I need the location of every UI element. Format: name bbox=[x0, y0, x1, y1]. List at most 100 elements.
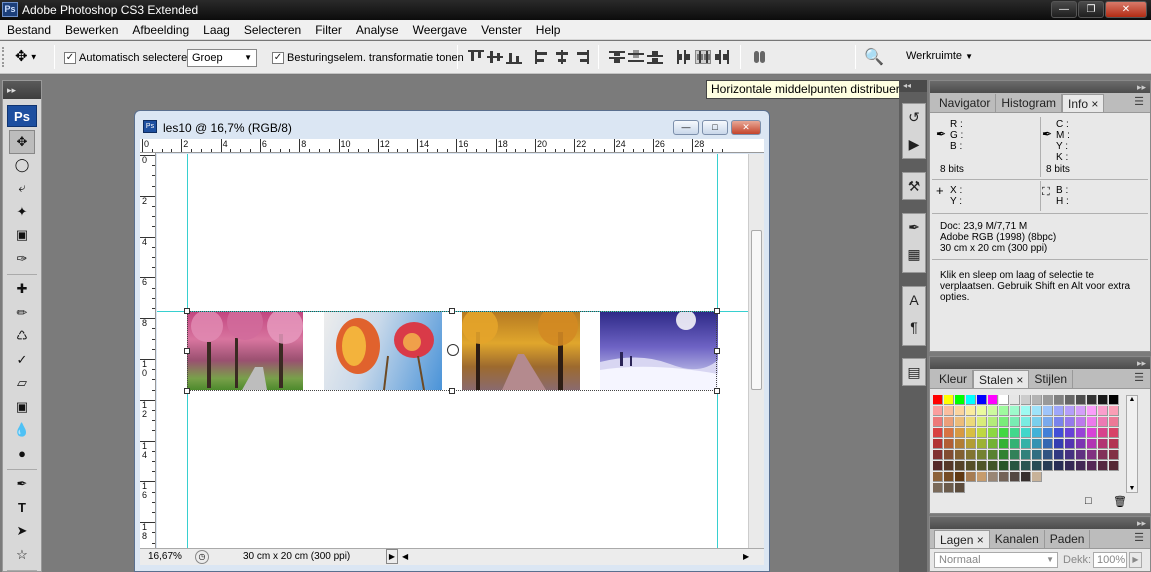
tab-kanalen[interactable]: Kanalen bbox=[990, 530, 1045, 548]
swatch[interactable] bbox=[977, 417, 987, 427]
menu-filter[interactable]: Filter bbox=[308, 20, 349, 40]
swatch[interactable] bbox=[999, 439, 1009, 449]
tab-lagen[interactable]: Lagen × bbox=[934, 530, 990, 548]
swatch[interactable] bbox=[1076, 395, 1086, 405]
tab-histogram[interactable]: Histogram bbox=[996, 94, 1063, 112]
swatch[interactable] bbox=[1021, 439, 1031, 449]
auto-align-layers-icon[interactable] bbox=[752, 50, 768, 64]
swatch[interactable] bbox=[1010, 461, 1020, 471]
swatch[interactable] bbox=[1098, 450, 1108, 460]
swatch[interactable] bbox=[944, 483, 954, 493]
swatch[interactable] bbox=[999, 406, 1009, 416]
swatch[interactable] bbox=[1076, 439, 1086, 449]
swatch[interactable] bbox=[933, 483, 943, 493]
swatch[interactable] bbox=[999, 395, 1009, 405]
swatch[interactable] bbox=[1054, 395, 1064, 405]
swatch[interactable] bbox=[1010, 450, 1020, 460]
swatch[interactable] bbox=[944, 439, 954, 449]
brushes-icon[interactable]: ✒ bbox=[903, 214, 925, 241]
transform-handle[interactable] bbox=[714, 348, 720, 354]
swatch[interactable] bbox=[1109, 406, 1119, 416]
status-info-icon[interactable]: ◷ bbox=[195, 550, 209, 564]
transform-handle[interactable] bbox=[184, 308, 190, 314]
swatch[interactable] bbox=[1043, 395, 1053, 405]
swatch[interactable] bbox=[1021, 417, 1031, 427]
menu-selecteren[interactable]: Selecteren bbox=[237, 20, 308, 40]
transform-handle[interactable] bbox=[449, 388, 455, 394]
swatch[interactable] bbox=[955, 461, 965, 471]
auto-select-checkbox[interactable]: ✓ bbox=[64, 52, 76, 64]
panel-menu-icon[interactable]: ☰ bbox=[1134, 529, 1150, 548]
swatch[interactable] bbox=[1032, 461, 1042, 471]
minimize-icon[interactable]: — bbox=[673, 120, 699, 135]
swatch[interactable] bbox=[1021, 461, 1031, 471]
ruler-top[interactable]: 0 2 4 6 8 10 12 14 16 18 20 22 24 26 28 bbox=[140, 139, 764, 153]
swatch[interactable] bbox=[966, 417, 976, 427]
swatch[interactable] bbox=[955, 472, 965, 482]
swatch[interactable] bbox=[966, 472, 976, 482]
healing-tool-icon[interactable]: ✚ bbox=[9, 278, 35, 302]
swatch[interactable] bbox=[1010, 472, 1020, 482]
swatch[interactable] bbox=[977, 461, 987, 471]
dodge-tool-icon[interactable]: ● bbox=[9, 443, 35, 467]
swatch[interactable] bbox=[944, 450, 954, 460]
swatch[interactable] bbox=[955, 450, 965, 460]
swatch[interactable] bbox=[944, 472, 954, 482]
swatch[interactable] bbox=[977, 450, 987, 460]
swatch[interactable] bbox=[999, 461, 1009, 471]
tab-kleur[interactable]: Kleur bbox=[934, 370, 974, 388]
swatch[interactable] bbox=[933, 472, 943, 482]
swatch[interactable] bbox=[966, 439, 976, 449]
shape-tool-icon[interactable]: ☆ bbox=[9, 544, 35, 568]
move-tool-preset-icon[interactable]: ✥ ▼ bbox=[15, 47, 38, 65]
status-menu-arrow-icon[interactable]: ▶ bbox=[386, 549, 398, 564]
swatch[interactable] bbox=[1087, 439, 1097, 449]
panel-collapse-icon[interactable]: ▸▸ bbox=[930, 81, 1150, 93]
distribute-left-edges-icon[interactable] bbox=[676, 50, 692, 64]
swatch[interactable] bbox=[1098, 406, 1108, 416]
swatch[interactable] bbox=[988, 450, 998, 460]
swatch[interactable] bbox=[1021, 472, 1031, 482]
strip-collapse-icon[interactable]: ◂◂ bbox=[899, 80, 927, 92]
menu-bestand[interactable]: Bestand bbox=[0, 20, 58, 40]
swatch[interactable] bbox=[1109, 450, 1119, 460]
move-tool-icon[interactable]: ✥ bbox=[9, 130, 35, 154]
swatch[interactable] bbox=[1032, 406, 1042, 416]
scroll-down-icon[interactable]: ▼ bbox=[1127, 485, 1137, 492]
swatch[interactable] bbox=[988, 472, 998, 482]
swatch[interactable] bbox=[955, 439, 965, 449]
close-icon[interactable]: ✕ bbox=[731, 120, 761, 135]
zoom-level[interactable]: 16,67% bbox=[148, 551, 182, 562]
toolbox-collapse-icon[interactable]: ▸▸ bbox=[3, 81, 41, 99]
layer-comps-icon[interactable]: ▤ bbox=[903, 359, 925, 386]
swatch[interactable] bbox=[1087, 428, 1097, 438]
menu-bewerken[interactable]: Bewerken bbox=[58, 20, 125, 40]
maximize-icon[interactable]: □ bbox=[702, 120, 728, 135]
swatch[interactable] bbox=[1076, 406, 1086, 416]
gradient-tool-icon[interactable]: ▣ bbox=[9, 396, 35, 420]
trash-icon[interactable]: 🗑 bbox=[1113, 495, 1127, 508]
swatch[interactable] bbox=[1076, 428, 1086, 438]
swatch-grid[interactable] bbox=[933, 395, 1125, 493]
swatch[interactable] bbox=[1065, 428, 1075, 438]
workspace-menu[interactable]: Werkruimte ▼ bbox=[906, 50, 973, 62]
swatch[interactable] bbox=[1021, 428, 1031, 438]
transform-handle[interactable] bbox=[714, 308, 720, 314]
options-grip-icon[interactable] bbox=[2, 47, 10, 67]
tab-info[interactable]: Info × bbox=[1062, 94, 1105, 112]
menu-weergave[interactable]: Weergave bbox=[406, 20, 474, 40]
maximize-icon[interactable]: ❐ bbox=[1078, 1, 1104, 18]
swatch[interactable] bbox=[966, 406, 976, 416]
align-horizontal-centers-icon[interactable] bbox=[554, 50, 570, 64]
swatch[interactable] bbox=[1010, 439, 1020, 449]
scroll-left-icon[interactable]: ◀ bbox=[402, 552, 408, 561]
type-tool-icon[interactable]: T bbox=[9, 497, 35, 521]
photoshop-logo-icon[interactable]: Ps bbox=[7, 105, 37, 127]
swatch[interactable] bbox=[1043, 406, 1053, 416]
scroll-up-icon[interactable]: ▲ bbox=[1127, 396, 1137, 403]
swatch[interactable] bbox=[1109, 439, 1119, 449]
history-brush-tool-icon[interactable]: ✓ bbox=[9, 349, 35, 373]
swatch[interactable] bbox=[944, 428, 954, 438]
swatch[interactable] bbox=[955, 406, 965, 416]
swatch[interactable] bbox=[1043, 428, 1053, 438]
